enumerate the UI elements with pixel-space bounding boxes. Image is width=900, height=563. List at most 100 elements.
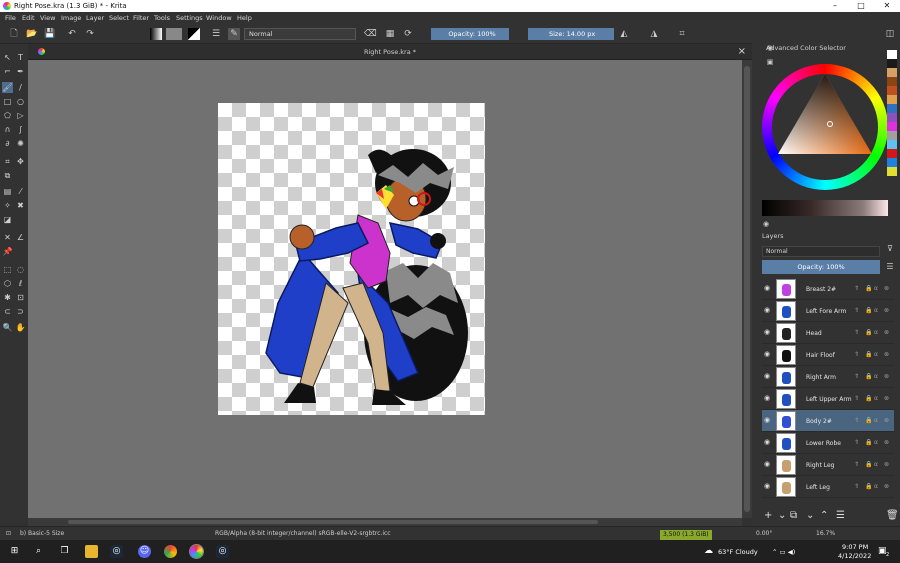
bezier-select-tool-icon[interactable]: ⊂: [2, 306, 13, 317]
lock-icon[interactable]: 🔒: [865, 417, 872, 424]
inherit-alpha-icon[interactable]: α: [874, 351, 878, 358]
rect-select-tool-icon[interactable]: ⬚: [2, 264, 13, 275]
layer-properties-icon[interactable]: ⊗: [884, 439, 889, 446]
start-icon[interactable]: ⊞: [8, 545, 21, 558]
visibility-eye-icon[interactable]: ◉: [764, 460, 770, 468]
inherit-alpha-icon[interactable]: α: [874, 395, 878, 402]
menu-tools[interactable]: Tools: [154, 14, 170, 22]
line-tool-icon[interactable]: /: [15, 82, 26, 93]
layer-filter-icon[interactable]: ⊽: [884, 243, 896, 255]
layer-row[interactable]: ◉ Left Leg ⇑ 🔒 α ⊗: [762, 476, 894, 498]
save-document-icon[interactable]: 💾: [44, 28, 56, 40]
visibility-eye-icon[interactable]: ◉: [764, 372, 770, 380]
color-history-bar[interactable]: [762, 200, 888, 216]
layer-row[interactable]: ◉ Breast 2# ⇑ 🔒 α ⊗: [762, 278, 894, 300]
brush-preset-icon[interactable]: ⊡: [6, 530, 11, 537]
polyline-tool-icon[interactable]: ▷: [15, 110, 26, 121]
inherit-alpha-icon[interactable]: α: [874, 461, 878, 468]
color-picker-tool-icon[interactable]: ⁄: [15, 186, 26, 197]
lock-icon[interactable]: 🔒: [865, 351, 872, 358]
reload-preset-icon[interactable]: ⟳: [402, 28, 414, 40]
inherit-alpha-icon[interactable]: α: [874, 439, 878, 446]
freehand-brush-tool-icon[interactable]: 🖌: [2, 82, 13, 93]
layer-properties-icon[interactable]: ⊗: [884, 395, 889, 402]
palette-swatch[interactable]: [887, 77, 897, 86]
visibility-eye-icon[interactable]: ◉: [764, 350, 770, 358]
layer-dropdown-icon[interactable]: ⌄: [778, 510, 786, 521]
smart-patch-tool-icon[interactable]: ✖: [15, 200, 26, 211]
lock-icon[interactable]: 🔒: [865, 329, 872, 336]
close-button[interactable]: ✕: [874, 0, 900, 12]
palette-swatch[interactable]: [887, 167, 897, 176]
clock-time[interactable]: 9:07 PM: [842, 543, 868, 551]
assistant-tool-icon[interactable]: ✕: [2, 232, 13, 243]
dockers-toggle-icon[interactable]: ◫: [884, 28, 896, 40]
visibility-eye-icon[interactable]: ◉: [764, 416, 770, 424]
layer-blend-mode-dropdown[interactable]: Normal: [762, 246, 880, 257]
layer-properties-icon[interactable]: ⊗: [884, 373, 889, 380]
layer-properties-icon[interactable]: ⊗: [884, 483, 889, 490]
polygon-tool-icon[interactable]: ⬠: [2, 110, 13, 121]
delete-layer-icon[interactable]: 🗑: [886, 510, 899, 521]
rectangle-tool-icon[interactable]: □: [2, 96, 13, 107]
undo-icon[interactable]: ↶: [66, 28, 78, 40]
menu-window[interactable]: Window: [206, 14, 232, 22]
alpha-lock-icon[interactable]: ⇑: [854, 373, 859, 380]
zoom-value[interactable]: 16.7%: [816, 530, 835, 537]
select-shape-tool-icon[interactable]: ↖: [2, 52, 13, 63]
open-document-icon[interactable]: 📂: [26, 28, 38, 40]
layer-properties-icon[interactable]: ⊗: [884, 461, 889, 468]
polygon-select-tool-icon[interactable]: ⬡: [2, 278, 13, 289]
mirror-vertical-icon[interactable]: ◮: [648, 28, 660, 40]
ellipse-select-tool-icon[interactable]: ◌: [15, 264, 26, 275]
layer-row-selected[interactable]: ◉ Body 2# ⇑ 🔒 α ⊗: [762, 410, 894, 432]
visibility-eye-icon[interactable]: ◉: [764, 284, 770, 292]
ellipse-tool-icon[interactable]: ○: [15, 96, 26, 107]
lock-icon[interactable]: 🔒: [865, 373, 872, 380]
horizontal-scrollbar[interactable]: [28, 518, 742, 526]
layer-options-icon[interactable]: ☰: [884, 261, 896, 273]
menu-layer[interactable]: Layer: [86, 14, 104, 22]
transform-tool-icon[interactable]: ⧉: [2, 170, 13, 181]
move-layer-up-icon[interactable]: ⌃: [820, 510, 828, 521]
add-layer-icon[interactable]: +: [764, 510, 772, 521]
layer-row[interactable]: ◉ Hair Floof ⇑ 🔒 α ⊗: [762, 344, 894, 366]
document-canvas[interactable]: [218, 103, 485, 415]
color-palette[interactable]: [887, 50, 897, 176]
menu-edit[interactable]: Edit: [22, 14, 35, 22]
layer-row[interactable]: ◉ Head ⇑ 🔒 α ⊗: [762, 322, 894, 344]
palette-swatch[interactable]: [887, 122, 897, 131]
layer-properties-icon[interactable]: ⊗: [884, 417, 889, 424]
inherit-alpha-icon[interactable]: α: [874, 483, 878, 490]
system-tray-icons[interactable]: ⌃ ▭ ◀): [772, 548, 795, 556]
eraser-mode-icon[interactable]: ⌫: [364, 28, 377, 40]
alpha-lock-icon[interactable]: ⇑: [854, 307, 859, 314]
lock-icon[interactable]: 🔒: [865, 483, 872, 490]
measure-tool-icon[interactable]: ∠: [15, 232, 26, 243]
calligraphy-tool-icon[interactable]: ✒: [15, 66, 26, 77]
layer-row[interactable]: ◉ Left Fore Arm ⇑ 🔒 α ⊗: [762, 300, 894, 322]
lock-icon[interactable]: 🔒: [865, 439, 872, 446]
lock-icon[interactable]: 🔒: [865, 285, 872, 292]
alpha-lock-icon[interactable]: ⇑: [854, 461, 859, 468]
alpha-lock-icon[interactable]: ⇑: [854, 417, 859, 424]
visibility-eye-icon[interactable]: ◉: [764, 482, 770, 490]
text-tool-icon[interactable]: T: [15, 52, 26, 63]
rotation-value[interactable]: 0.00°: [756, 530, 772, 537]
layer-opacity-slider[interactable]: Opacity: 100%: [762, 260, 880, 274]
visibility-eye-icon[interactable]: ◉: [764, 394, 770, 402]
palette-swatch[interactable]: [887, 131, 897, 140]
magnetic-select-tool-icon[interactable]: ⊃: [15, 306, 26, 317]
task-view-icon[interactable]: ❐: [58, 545, 71, 558]
layer-row[interactable]: ◉ Right Arm ⇑ 🔒 α ⊗: [762, 366, 894, 388]
vertical-scrollbar[interactable]: [742, 60, 752, 518]
close-document-icon[interactable]: ×: [738, 46, 746, 57]
menu-view[interactable]: View: [40, 14, 55, 22]
palette-swatch[interactable]: [887, 149, 897, 158]
inherit-alpha-icon[interactable]: α: [874, 329, 878, 336]
inherit-alpha-icon[interactable]: α: [874, 285, 878, 292]
bezier-tool-icon[interactable]: ∩: [2, 124, 13, 135]
menu-select[interactable]: Select: [109, 14, 129, 22]
menu-help[interactable]: Help: [237, 14, 252, 22]
colorize-mask-tool-icon[interactable]: ✧: [2, 200, 13, 211]
